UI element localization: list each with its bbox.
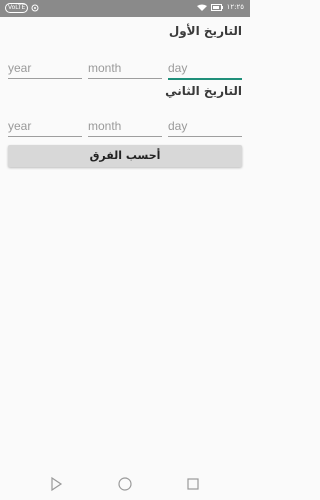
navigation-bar (0, 468, 250, 500)
home-circle-icon[interactable] (117, 476, 133, 492)
signal-icon (31, 4, 39, 12)
second-day-field[interactable]: day (168, 116, 242, 137)
second-date-fields: year month day (8, 116, 242, 137)
second-year-placeholder: year (8, 119, 32, 133)
battery-icon (210, 3, 223, 11)
status-right-icons: ١٢:٢٥ (196, 3, 244, 11)
status-bar: VoLTE ١٢:٢٥ (0, 0, 250, 17)
first-day-placeholder: day (168, 61, 188, 75)
first-day-field[interactable]: day (168, 58, 242, 80)
second-date-title: التاريخ الثاني (165, 84, 242, 98)
volte-badge: VoLTE (5, 3, 29, 13)
clock: ١٢:٢٥ (226, 3, 244, 11)
first-date-title: التاريخ الأول (168, 24, 242, 38)
first-year-placeholder: year (8, 61, 32, 75)
first-year-field[interactable]: year (8, 58, 82, 79)
second-year-field[interactable]: year (8, 116, 82, 137)
app-screen: VoLTE ١٢:٢٥ التاريخ الأول year month day… (0, 0, 250, 500)
first-month-field[interactable]: month (88, 58, 162, 79)
calculate-difference-button[interactable]: أحسب الفرق (8, 145, 242, 167)
second-day-placeholder: day (168, 119, 188, 133)
back-triangle-icon[interactable] (48, 476, 64, 492)
second-month-placeholder: month (88, 119, 122, 133)
recents-square-icon[interactable] (185, 476, 201, 492)
status-left-icons: VoLTE (5, 3, 39, 13)
first-date-fields: year month day (8, 58, 242, 80)
wifi-icon (196, 4, 207, 11)
second-month-field[interactable]: month (88, 116, 162, 137)
first-month-placeholder: month (88, 61, 122, 75)
